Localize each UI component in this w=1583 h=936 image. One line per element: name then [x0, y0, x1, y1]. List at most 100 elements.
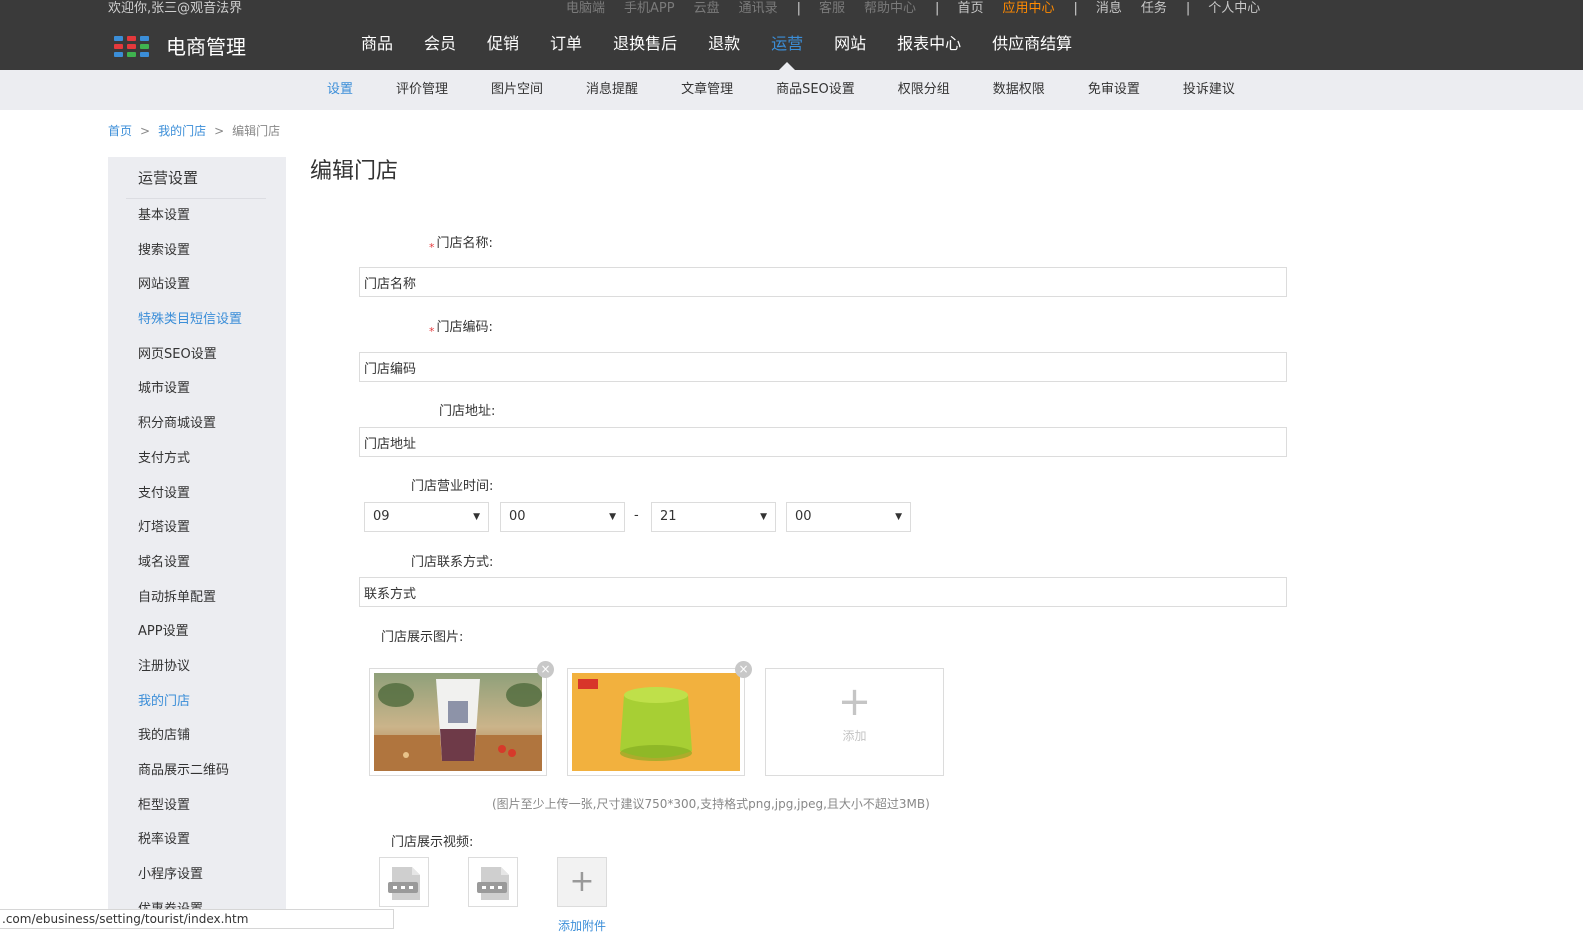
- sidebar-items: 基本设置 搜索设置 网站设置 特殊类目短信设置 网页SEO设置 城市设置 积分商城设置 支付方…: [138, 206, 242, 917]
- open-minute-select[interactable]: 00 ▼: [500, 502, 625, 532]
- sidebar-item[interactable]: 网站设置: [138, 275, 242, 310]
- sidebar-item[interactable]: 注册协议: [138, 657, 242, 692]
- caret-down-icon: ▼: [473, 512, 480, 522]
- sidebar-item[interactable]: 我的门店: [138, 692, 242, 727]
- store-image-thumbnail[interactable]: ×: [369, 661, 554, 776]
- add-attachment-label[interactable]: 添加附件: [558, 917, 606, 934]
- breadcrumb-separator: >: [140, 123, 151, 138]
- sidebar-item[interactable]: 商品展示二维码: [138, 761, 242, 796]
- required-mark: *: [429, 241, 435, 254]
- sidebar-item[interactable]: 城市设置: [138, 379, 242, 414]
- sidebar-item[interactable]: 支付方式: [138, 449, 242, 484]
- sub-nav-item[interactable]: 评价管理: [396, 70, 448, 110]
- open-hour-select[interactable]: 09 ▼: [364, 502, 489, 532]
- breadcrumb-current: 编辑门店: [232, 124, 281, 138]
- file-icon: [477, 867, 509, 900]
- sub-nav-item[interactable]: 投诉建议: [1183, 70, 1235, 110]
- top-link[interactable]: 首页: [957, 0, 983, 18]
- main-nav-item[interactable]: 退款: [708, 18, 740, 70]
- sidebar-item[interactable]: 网页SEO设置: [138, 345, 242, 380]
- store-image-thumbnail[interactable]: ×: [567, 661, 752, 776]
- top-link[interactable]: 手机APP: [624, 0, 675, 18]
- store-name-label: * 门店名称:: [429, 236, 493, 254]
- sub-navigation: 设置 评价管理 图片空间 消息提醒 文章管理 商品SEO设置 权限分组 数据权限 免审设置 投诉建…: [0, 70, 1583, 110]
- add-image-button[interactable]: + 添加: [765, 668, 944, 776]
- main-navigation: 电商管理 商品 会员 促销 订单 退换售后 退款 运营 网站 报表中心 供应商结算: [0, 18, 1583, 70]
- video-attachment[interactable]: [379, 857, 429, 907]
- close-hour-select[interactable]: 21 ▼: [651, 502, 776, 532]
- milk-tea-photo: [374, 673, 542, 771]
- image-upload-hint: (图片至少上传一张,尺寸建议750*300,支持格式png,jpg,jpeg,且…: [492, 797, 930, 811]
- sub-nav-item[interactable]: 消息提醒: [586, 70, 638, 110]
- main-nav-items: 商品 会员 促销 订单 退换售后 退款 运营 网站 报表中心 供应商结算: [361, 18, 1103, 70]
- sub-nav-item[interactable]: 数据权限: [993, 70, 1045, 110]
- main-nav-item[interactable]: 网站: [834, 18, 866, 70]
- breadcrumb: 首页 > 我的门店 > 编辑门店: [108, 122, 280, 139]
- contact-input[interactable]: [359, 577, 1287, 607]
- file-icon: [388, 867, 420, 900]
- top-link-separator: |: [935, 1, 940, 16]
- main-nav-item[interactable]: 促销: [487, 18, 519, 70]
- top-link-separator: |: [796, 1, 802, 16]
- remove-image-icon[interactable]: ×: [537, 661, 554, 678]
- sub-nav-item[interactable]: 免审设置: [1088, 70, 1140, 110]
- settings-sidebar: 运营设置 基本设置 搜索设置 网站设置 特殊类目短信设置 网页SEO设置 城市设置 积分商城…: [108, 157, 286, 917]
- sub-nav-item[interactable]: 设置: [327, 70, 353, 110]
- main-nav-item[interactable]: 会员: [424, 18, 456, 70]
- top-links: 电脑端 手机APP 云盘 通讯录 | 客服 帮助中心 | 首页 应用中心 | 消息 任务 | 个人中心: [566, 0, 1279, 18]
- brand[interactable]: 电商管理: [114, 34, 246, 60]
- sidebar-item[interactable]: 积分商城设置: [138, 414, 242, 449]
- top-link-separator: |: [1185, 1, 1191, 16]
- sub-nav-item[interactable]: 图片空间: [491, 70, 543, 110]
- sidebar-item[interactable]: 特殊类目短信设置: [138, 310, 242, 345]
- close-minute-select[interactable]: 00 ▼: [786, 502, 911, 532]
- top-link[interactable]: 云盘: [694, 0, 720, 18]
- breadcrumb-home[interactable]: 首页: [108, 122, 132, 139]
- add-image-label: 添加: [842, 729, 867, 743]
- breadcrumb-parent[interactable]: 我的门店: [158, 122, 206, 139]
- top-link[interactable]: 消息: [1096, 0, 1122, 18]
- caret-down-icon: ▼: [609, 512, 616, 522]
- main-nav-item[interactable]: 运营: [771, 18, 803, 70]
- main-nav-item[interactable]: 退换售后: [613, 18, 677, 70]
- store-videos-label: 门店展示视频:: [391, 835, 474, 850]
- sidebar-item[interactable]: 支付设置: [138, 484, 242, 519]
- add-attachment-button[interactable]: +: [557, 857, 607, 907]
- sub-nav-item[interactable]: 权限分组: [898, 70, 950, 110]
- store-code-input[interactable]: [359, 352, 1287, 382]
- main-nav-item[interactable]: 报表中心: [897, 18, 961, 70]
- breadcrumb-separator: >: [214, 123, 225, 138]
- sidebar-item[interactable]: 自动拆单配置: [138, 588, 242, 623]
- caret-down-icon: ▼: [760, 512, 767, 522]
- sub-nav-item[interactable]: 商品SEO设置: [776, 70, 855, 110]
- top-link[interactable]: 通讯录: [739, 0, 778, 18]
- top-link[interactable]: 个人中心: [1208, 0, 1260, 18]
- main-nav-item[interactable]: 商品: [361, 18, 393, 70]
- store-name-input[interactable]: [359, 267, 1287, 297]
- top-link[interactable]: 帮助中心: [864, 0, 916, 18]
- green-can-photo: [572, 673, 740, 771]
- sidebar-item[interactable]: 基本设置: [138, 206, 242, 241]
- top-link[interactable]: 电脑端: [566, 0, 605, 18]
- sub-nav-item[interactable]: 文章管理: [681, 70, 733, 110]
- store-address-input[interactable]: [359, 427, 1287, 457]
- time-range-separator: -: [634, 508, 639, 523]
- video-attachment[interactable]: [468, 857, 518, 907]
- welcome-text: 欢迎你,张三@观音法界: [108, 1, 243, 16]
- top-link[interactable]: 应用中心: [1002, 0, 1054, 18]
- main-nav-item[interactable]: 供应商结算: [992, 18, 1072, 70]
- main-nav-item[interactable]: 订单: [550, 18, 582, 70]
- sidebar-item[interactable]: 域名设置: [138, 553, 242, 588]
- store-address-label: 门店地址:: [439, 404, 496, 419]
- sidebar-item[interactable]: APP设置: [138, 622, 242, 657]
- sidebar-item[interactable]: 柜型设置: [138, 796, 242, 831]
- top-link[interactable]: 任务: [1141, 0, 1167, 18]
- top-link[interactable]: 客服: [819, 0, 845, 18]
- sidebar-item[interactable]: 小程序设置: [138, 865, 242, 900]
- sidebar-item[interactable]: 搜索设置: [138, 241, 242, 276]
- sidebar-item[interactable]: 我的店铺: [138, 726, 242, 761]
- remove-image-icon[interactable]: ×: [735, 661, 752, 678]
- sidebar-item[interactable]: 灯塔设置: [138, 518, 242, 553]
- brand-name: 电商管理: [166, 35, 246, 59]
- sidebar-item[interactable]: 税率设置: [138, 830, 242, 865]
